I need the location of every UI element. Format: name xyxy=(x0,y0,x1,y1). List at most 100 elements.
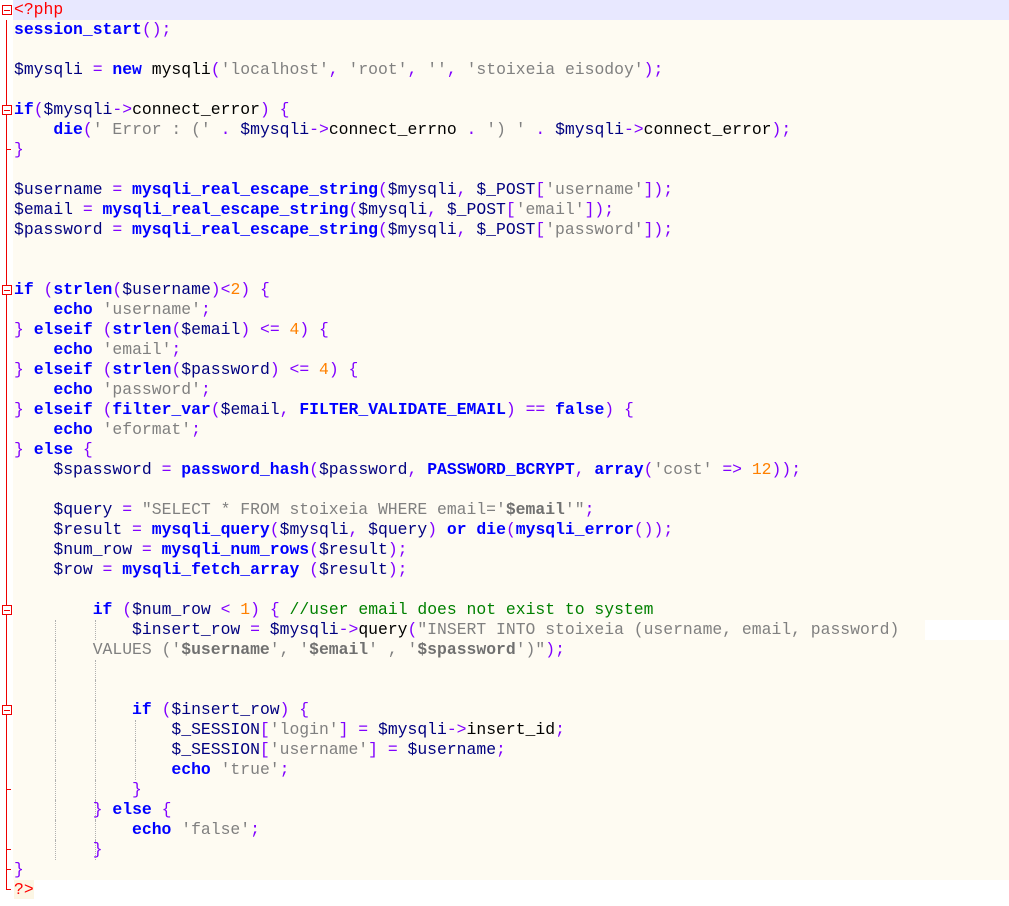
fold-margin[interactable] xyxy=(0,540,13,560)
code-line[interactable] xyxy=(0,580,1009,600)
fold-margin[interactable] xyxy=(0,840,13,860)
fold-margin[interactable] xyxy=(0,780,13,800)
fold-margin[interactable] xyxy=(0,860,13,880)
fold-margin[interactable] xyxy=(0,620,13,640)
fold-margin[interactable] xyxy=(0,580,13,600)
code-token: mysqli_real_escape_string xyxy=(132,220,378,239)
code-editor[interactable]: <?php session_start(); $mysqli = new mysql… xyxy=(0,0,1009,900)
fold-margin[interactable] xyxy=(0,200,13,220)
code-line[interactable]: echo 'false'; xyxy=(0,820,1009,840)
fold-margin[interactable] xyxy=(0,740,13,760)
fold-margin[interactable] xyxy=(0,300,13,320)
code-line[interactable]: echo 'username'; xyxy=(0,300,1009,320)
code-line[interactable]: if($mysqli->connect_error) { xyxy=(0,100,1009,120)
fold-margin[interactable] xyxy=(0,640,13,660)
fold-margin[interactable] xyxy=(0,140,13,160)
code-line[interactable]: $row = mysqli_fetch_array ($result); xyxy=(0,560,1009,580)
code-line[interactable]: } xyxy=(0,860,1009,880)
fold-collapse-icon[interactable] xyxy=(2,285,12,295)
fold-margin[interactable] xyxy=(0,760,13,780)
code-line[interactable]: } xyxy=(0,140,1009,160)
fold-margin[interactable] xyxy=(0,80,13,100)
fold-margin[interactable] xyxy=(0,520,13,540)
fold-margin[interactable] xyxy=(0,440,13,460)
code-line[interactable]: echo 'email'; xyxy=(0,340,1009,360)
code-line[interactable] xyxy=(0,480,1009,500)
fold-collapse-icon[interactable] xyxy=(2,705,12,715)
fold-collapse-icon[interactable] xyxy=(2,105,12,115)
fold-margin[interactable] xyxy=(0,180,13,200)
fold-margin[interactable] xyxy=(0,480,13,500)
code-line[interactable]: } else { xyxy=(0,440,1009,460)
code-line[interactable]: die(' Error : (' . $mysqli->connect_errn… xyxy=(0,120,1009,140)
fold-margin[interactable] xyxy=(0,820,13,840)
code-line[interactable]: if ($num_row < 1) { //user email does no… xyxy=(0,600,1009,620)
code-line[interactable] xyxy=(0,260,1009,280)
fold-margin[interactable] xyxy=(0,20,13,40)
fold-margin[interactable] xyxy=(0,600,13,620)
fold-margin[interactable] xyxy=(0,260,13,280)
fold-margin[interactable] xyxy=(0,280,13,300)
code-line[interactable]: } elseif (filter_var($email, FILTER_VALI… xyxy=(0,400,1009,420)
fold-margin[interactable] xyxy=(0,420,13,440)
code-line[interactable]: $num_row = mysqli_num_rows($result); xyxy=(0,540,1009,560)
fold-margin[interactable] xyxy=(0,100,13,120)
code-line[interactable]: } xyxy=(0,780,1009,800)
fold-margin[interactable] xyxy=(0,560,13,580)
code-line[interactable] xyxy=(0,40,1009,60)
fold-margin[interactable] xyxy=(0,120,13,140)
fold-collapse-icon[interactable] xyxy=(2,5,12,15)
fold-collapse-icon[interactable] xyxy=(2,605,12,615)
code-line[interactable]: $result = mysqli_query($mysqli, $query) … xyxy=(0,520,1009,540)
fold-margin[interactable] xyxy=(0,220,13,240)
code-line[interactable] xyxy=(0,240,1009,260)
fold-margin[interactable] xyxy=(0,380,13,400)
code-line[interactable] xyxy=(0,680,1009,700)
code-line[interactable]: $_SESSION['username'] = $username; xyxy=(0,740,1009,760)
fold-margin[interactable] xyxy=(0,460,13,480)
code-line[interactable]: <?php xyxy=(0,0,1009,20)
code-line[interactable]: $spassword = password_hash($password, PA… xyxy=(0,460,1009,480)
fold-line xyxy=(6,620,7,640)
code-line[interactable]: VALUES ('$username', '$email' , '$spassw… xyxy=(0,640,1009,660)
fold-margin[interactable] xyxy=(0,340,13,360)
code-line[interactable]: ?> xyxy=(0,880,1009,900)
fold-margin[interactable] xyxy=(0,360,13,380)
code-line[interactable]: $mysqli = new mysqli('localhost', 'root'… xyxy=(0,60,1009,80)
fold-margin[interactable] xyxy=(0,660,13,680)
fold-margin[interactable] xyxy=(0,700,13,720)
fold-margin[interactable] xyxy=(0,40,13,60)
code-line[interactable]: } elseif (strlen($email) <= 4) { xyxy=(0,320,1009,340)
code-line[interactable]: $email = mysqli_real_escape_string($mysq… xyxy=(0,200,1009,220)
code-line[interactable]: } xyxy=(0,840,1009,860)
code-line[interactable]: echo 'true'; xyxy=(0,760,1009,780)
fold-margin[interactable] xyxy=(0,400,13,420)
code-line[interactable]: $query = "SELECT * FROM stoixeia WHERE e… xyxy=(0,500,1009,520)
code-line[interactable]: if ($insert_row) { xyxy=(0,700,1009,720)
code-line[interactable]: $password = mysqli_real_escape_string($m… xyxy=(0,220,1009,240)
fold-margin[interactable] xyxy=(0,500,13,520)
fold-margin[interactable] xyxy=(0,0,13,20)
fold-margin[interactable] xyxy=(0,320,13,340)
code-line[interactable] xyxy=(0,80,1009,100)
fold-margin[interactable] xyxy=(0,720,13,740)
fold-margin[interactable] xyxy=(0,800,13,820)
code-line[interactable]: $insert_row = $mysqli->query("INSERT INT… xyxy=(0,620,1009,640)
code-line[interactable]: } elseif (strlen($password) <= 4) { xyxy=(0,360,1009,380)
fold-margin[interactable] xyxy=(0,880,13,900)
code-line[interactable]: } else { xyxy=(0,800,1009,820)
fold-margin[interactable] xyxy=(0,680,13,700)
code-line[interactable]: if (strlen($username)<2) { xyxy=(0,280,1009,300)
code-line[interactable]: echo 'eformat'; xyxy=(0,420,1009,440)
code-line[interactable] xyxy=(0,160,1009,180)
fold-margin[interactable] xyxy=(0,240,13,260)
code-line[interactable]: echo 'password'; xyxy=(0,380,1009,400)
code-line[interactable]: session_start(); xyxy=(0,20,1009,40)
fold-margin[interactable] xyxy=(0,160,13,180)
fold-margin[interactable] xyxy=(0,60,13,80)
code-line[interactable]: $username = mysqli_real_escape_string($m… xyxy=(0,180,1009,200)
fold-line xyxy=(6,820,7,840)
code-line[interactable] xyxy=(0,660,1009,680)
code-line[interactable]: $_SESSION['login'] = $mysqli->insert_id; xyxy=(0,720,1009,740)
